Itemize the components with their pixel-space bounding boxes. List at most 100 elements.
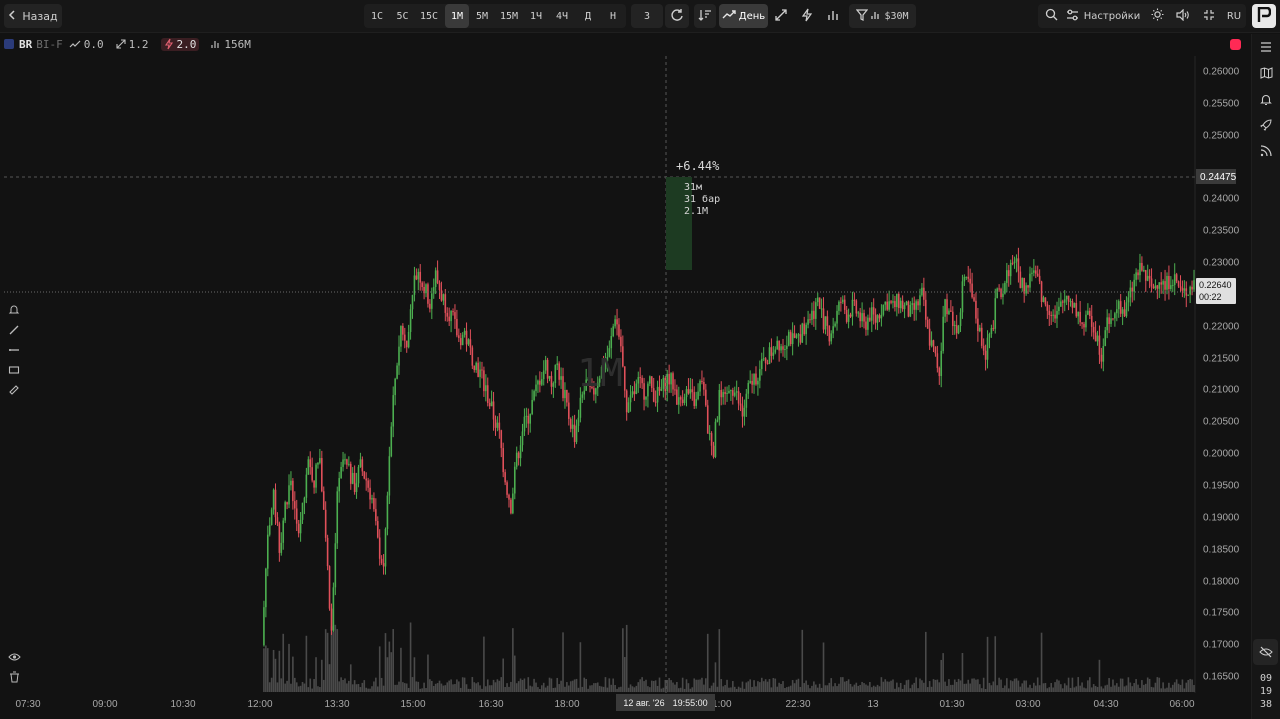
timeframe-button[interactable]: 1М (445, 4, 469, 28)
volume-bar (502, 658, 505, 692)
volume-bar (488, 685, 491, 692)
candle-body (573, 424, 576, 443)
volume-bar (1183, 688, 1186, 692)
candle-body (508, 494, 510, 500)
sort-button[interactable] (694, 4, 716, 28)
indicators-button[interactable] (822, 4, 844, 28)
symbol-chip[interactable]: BR BI-F (4, 38, 63, 51)
price-chart[interactable]: 1M +6.44% 31м 31 бар 2.1M 0.24475 0.2264… (4, 56, 1247, 693)
candle-body (452, 311, 454, 313)
volume-bar (845, 680, 848, 692)
rectangle-tool-button[interactable] (4, 360, 24, 380)
volume-bar (799, 686, 802, 692)
volume-bar (1027, 687, 1029, 692)
horizontal-line-tool-button[interactable] (4, 340, 24, 360)
alert-tool-button[interactable] (4, 300, 24, 320)
candle-body (548, 375, 551, 379)
volume-bar (330, 626, 333, 692)
volume-bar (523, 678, 526, 692)
volume-bar (926, 687, 929, 692)
volume-bar (431, 680, 433, 692)
timeframe-button[interactable]: 1С (365, 4, 389, 28)
candle-body (1087, 310, 1089, 315)
candle-body (894, 301, 896, 308)
menu-icon (1261, 42, 1271, 52)
volume-bar (446, 682, 449, 692)
feed-button[interactable] (1252, 138, 1280, 164)
candle-body (695, 399, 697, 406)
theme-button[interactable] (1147, 4, 1167, 28)
timeframe-button[interactable]: Д (577, 4, 599, 28)
volume-bar (442, 685, 445, 692)
fullscreen-button[interactable] (1199, 4, 1219, 28)
volume-bar (299, 685, 302, 692)
app-logo[interactable] (1252, 4, 1276, 28)
delete-drawings-button[interactable] (4, 667, 24, 687)
candle-body (290, 480, 292, 486)
candle-body (967, 276, 970, 279)
volume-bar (542, 682, 545, 692)
hide-panel-button[interactable] (1253, 639, 1278, 665)
volume-bar (1171, 684, 1174, 692)
visibility-toggle-button[interactable] (4, 647, 24, 667)
language-button[interactable]: RU (1224, 4, 1244, 28)
candle-body (1098, 335, 1101, 355)
price-axis-label: 0.17000 (1203, 639, 1240, 651)
volume-bar (1044, 683, 1047, 692)
candle-body (1060, 301, 1062, 307)
volume-bar (436, 683, 439, 692)
candle-body (710, 433, 713, 446)
timeframe-button[interactable]: Н (602, 4, 624, 28)
candle-body (979, 327, 981, 332)
candle-body (394, 378, 396, 396)
candle-body (772, 352, 775, 356)
countdown-tag: 00:22 (1199, 292, 1222, 302)
chart-canvas[interactable]: 1M +6.44% 31м 31 бар 2.1M 0.24475 0.2264… (4, 56, 1247, 693)
map-icon (1260, 67, 1272, 79)
counter-value: 3 (643, 10, 651, 22)
time-axis[interactable]: 07:30 09:00 10:30 12:00 13:30 15:00 16:30 18:00… (4, 694, 1195, 716)
candle-body (1154, 285, 1157, 289)
volume-bar (1164, 688, 1166, 692)
candle-body (672, 373, 674, 390)
day-session-button[interactable]: День (719, 4, 768, 28)
volume-bar (313, 679, 315, 692)
ruler-tool-button[interactable] (4, 380, 24, 400)
candle-body (643, 383, 645, 400)
candle-body (502, 448, 505, 473)
timeframe-button[interactable]: 15С (416, 4, 442, 28)
candle-body (326, 537, 329, 567)
candle-body (415, 275, 418, 280)
timeframe-button[interactable]: 15М (496, 4, 522, 28)
trendline-tool-button[interactable] (4, 320, 24, 340)
search-button[interactable] (1041, 4, 1061, 28)
horizontal-line-icon (9, 349, 19, 351)
volume-filter-button[interactable]: $30M (849, 4, 916, 28)
launch-button[interactable] (1252, 112, 1280, 138)
menu-button[interactable] (1252, 34, 1280, 60)
candle-body (776, 340, 779, 350)
volume-bar (1023, 680, 1025, 692)
timeframe-button[interactable]: 5М (470, 4, 494, 28)
map-button[interactable] (1252, 60, 1280, 86)
lightning-button[interactable] (796, 4, 818, 28)
volume-bar (475, 683, 477, 692)
expand-button[interactable] (770, 4, 792, 28)
candle-body (512, 493, 514, 514)
candle-body (716, 419, 719, 422)
volume-bar (573, 679, 576, 692)
timeframe-button[interactable]: 5С (391, 4, 414, 28)
alerts-button[interactable] (1252, 86, 1280, 112)
settings-button[interactable]: Настройки (1066, 4, 1140, 28)
sound-button[interactable] (1173, 4, 1193, 28)
timeframe-button[interactable]: 4Ч (550, 4, 574, 28)
timeframe-button[interactable]: 1Ч (524, 4, 548, 28)
volume-bar (1029, 684, 1031, 692)
back-button[interactable]: Назад (4, 4, 62, 28)
counter-button[interactable]: 3 (631, 4, 663, 28)
volume-bar (959, 680, 962, 692)
live-status-dot[interactable] (1230, 39, 1241, 50)
candle-body (1081, 322, 1083, 324)
candle-body (465, 330, 468, 345)
refresh-button[interactable] (665, 4, 689, 28)
